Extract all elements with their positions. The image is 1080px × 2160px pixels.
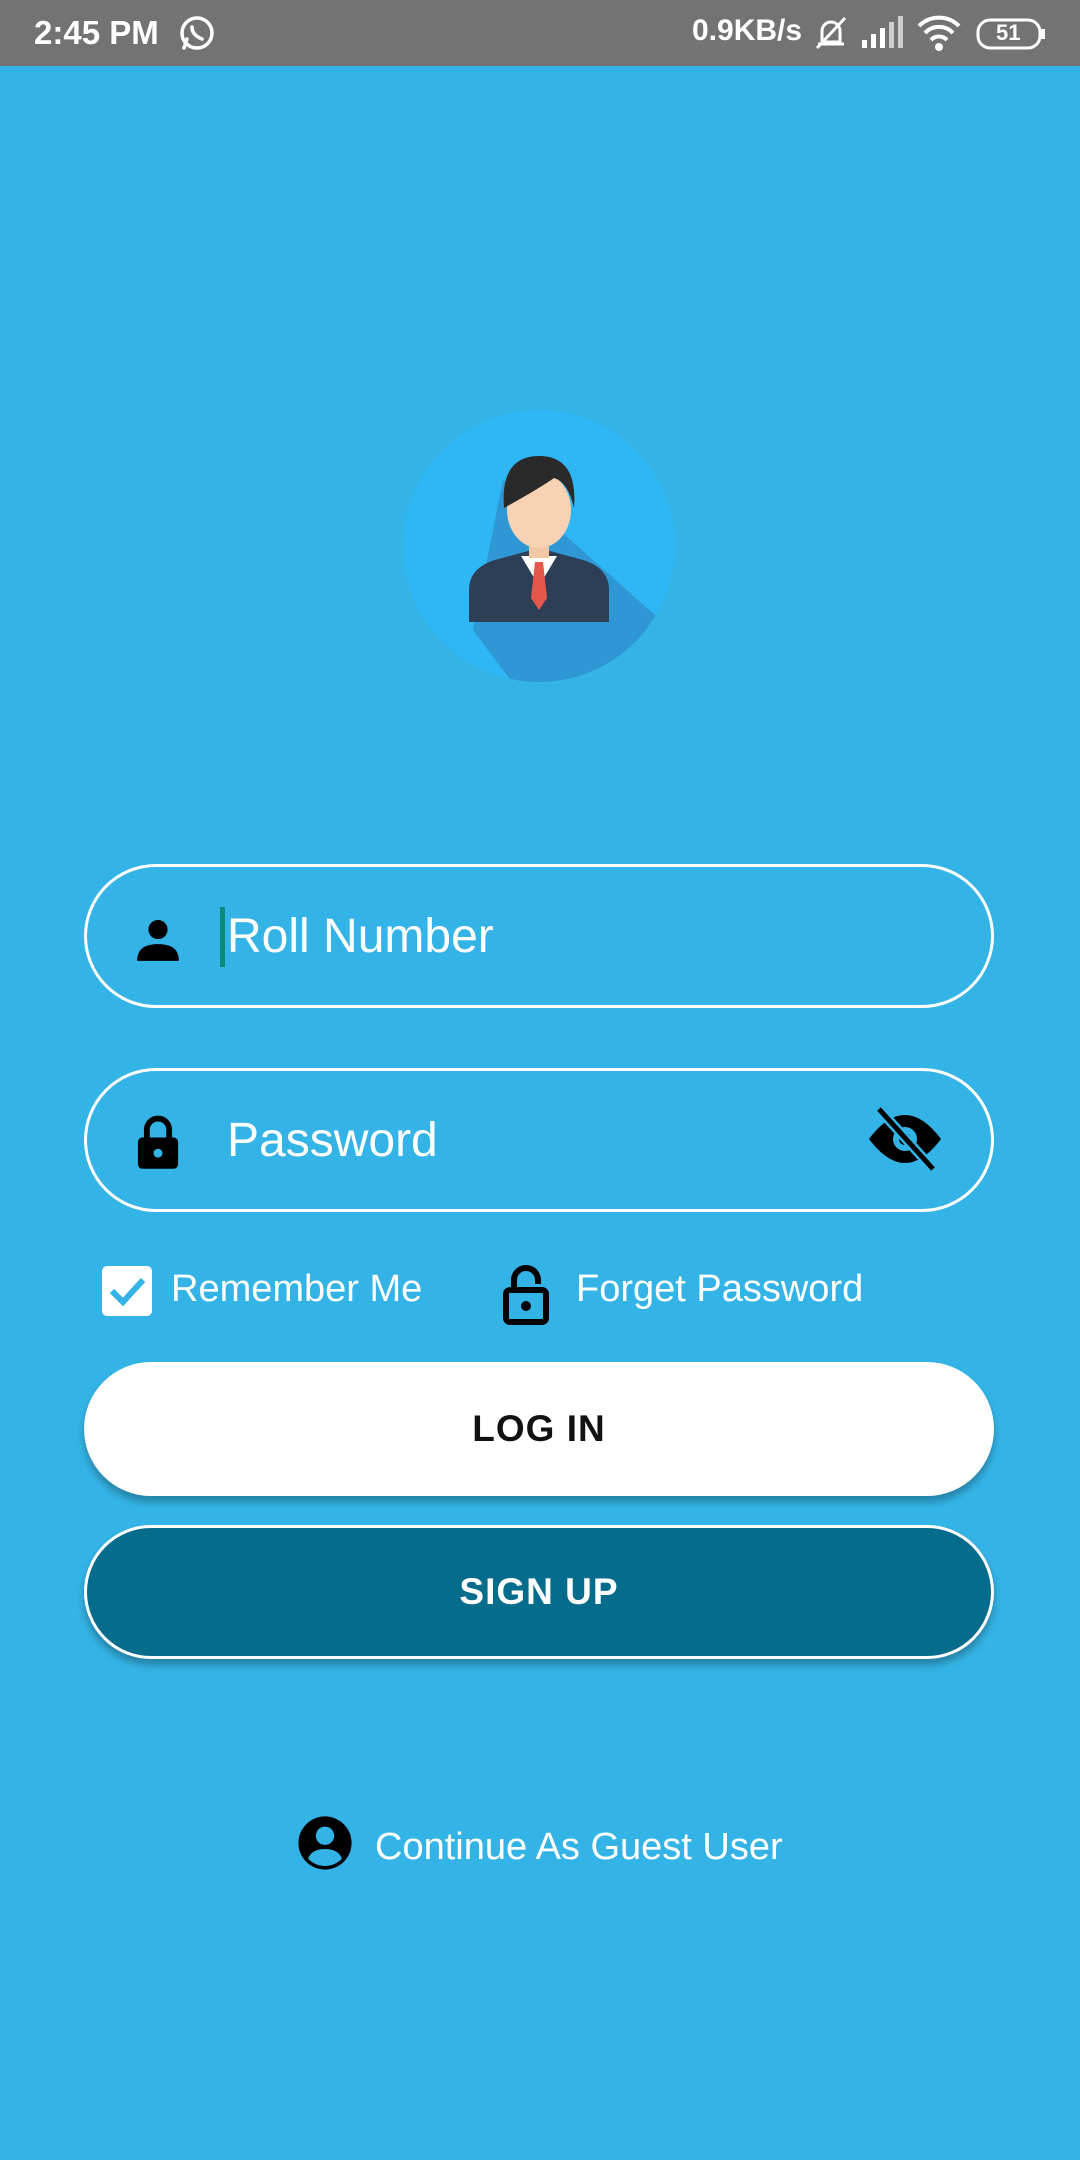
login-button[interactable]: LOG IN	[84, 1362, 994, 1496]
text-cursor	[220, 907, 225, 967]
forget-password-link[interactable]: Forget Password	[576, 1268, 863, 1311]
check-icon	[109, 1277, 146, 1307]
status-bar: 2:45 PM 0.9KB/s 51	[0, 0, 1080, 66]
password-input[interactable]	[219, 1105, 787, 1175]
account-circle-icon[interactable]	[296, 1814, 354, 1872]
businessman-avatar-icon	[403, 410, 675, 682]
password-field[interactable]	[84, 1068, 994, 1212]
roll-number-input[interactable]	[219, 901, 787, 971]
lock-icon	[137, 1115, 179, 1169]
whatsapp-icon	[180, 16, 214, 50]
lock-open-icon[interactable]	[498, 1262, 554, 1326]
signup-button[interactable]: SIGN UP	[84, 1525, 994, 1659]
signal-icon	[862, 16, 903, 48]
status-time: 2:45 PM	[34, 14, 159, 51]
remember-me-checkbox[interactable]	[102, 1266, 152, 1316]
continue-as-guest-link[interactable]: Continue As Guest User	[375, 1826, 783, 1869]
person-icon	[137, 920, 179, 961]
roll-number-field[interactable]	[84, 864, 994, 1008]
eye-off-icon[interactable]	[865, 1103, 945, 1175]
bell-off-icon	[815, 16, 847, 50]
network-speed: 0.9KB/s	[692, 14, 803, 47]
battery-level: 51	[996, 20, 1021, 45]
wifi-icon	[917, 15, 961, 51]
remember-me-label[interactable]: Remember Me	[171, 1268, 422, 1311]
